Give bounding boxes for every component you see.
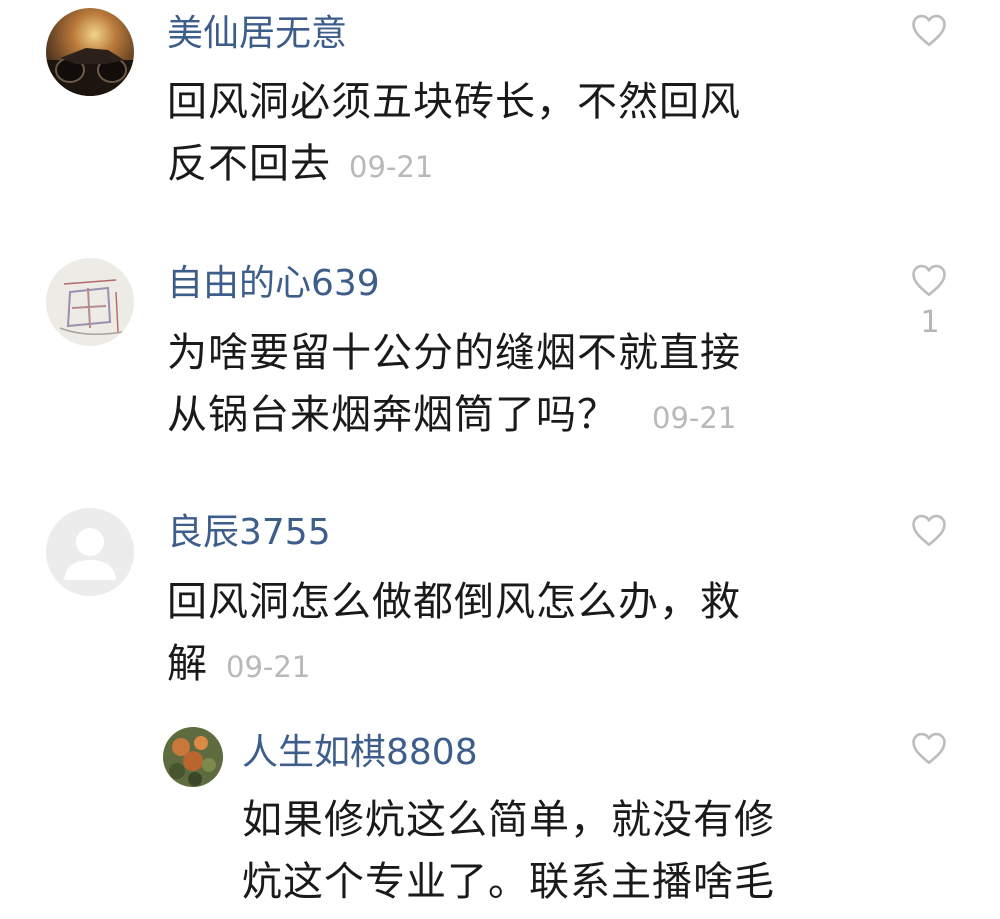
comment-username[interactable]: 良辰3755 [167, 511, 331, 555]
comment-timestamp: 09-21 [226, 650, 311, 684]
reply-text-line: 如果修炕这么简单，就没有修 [242, 797, 775, 843]
comment-text-line: 为啥要留十公分的缝烟不就直接 [167, 330, 741, 376]
person-placeholder-icon [46, 508, 134, 596]
comment-list: 美仙居无意 回风洞必须五块砖长，不然回风 反不回去 09-21 自由的心639 [0, 0, 1000, 919]
avatar[interactable] [163, 727, 223, 787]
motorcycle-sunset-avatar-image [46, 8, 134, 96]
reply-username[interactable]: 人生如棋8808 [242, 731, 478, 775]
comment-timestamp: 09-21 [652, 401, 737, 435]
flower-avatar-image [163, 727, 223, 787]
heart-outline-icon [912, 514, 946, 546]
heart-outline-icon [912, 264, 946, 296]
comment-text-line: 解 09-21 [167, 633, 741, 698]
comment-text-line: 反不回去 09-21 [167, 133, 741, 198]
comment-text-line: 回风洞怎么做都倒风怎么办，救 [167, 579, 741, 625]
comment-username[interactable]: 自由的心639 [167, 262, 380, 306]
comment-text-line: 从锅台来烟奔烟筒了吗？ 09-21 [167, 384, 741, 449]
comment-username[interactable]: 美仙居无意 [167, 12, 347, 56]
like-count: 1 [920, 305, 940, 340]
comment-text-line-content: 反不回去 [167, 141, 331, 187]
like-button[interactable]: 1 [910, 263, 950, 340]
comment-text-line-content: 从锅台来烟奔烟筒了吗？ [167, 392, 618, 438]
like-button[interactable] [910, 513, 950, 555]
heart-outline-icon [912, 14, 946, 46]
sketch-avatar-image [46, 258, 134, 346]
comment-text: 为啥要留十公分的缝烟不就直接 从锅台来烟奔烟筒了吗？ 09-21 [167, 322, 741, 449]
comment-text-line-content: 解 [167, 641, 208, 687]
reply-text: 如果修炕这么简单，就没有修 炕这个专业了。联系主播啥毛 [242, 789, 775, 913]
avatar[interactable] [46, 508, 134, 596]
avatar[interactable] [46, 258, 134, 346]
like-button[interactable] [910, 13, 950, 55]
comment-text: 回风洞必须五块砖长，不然回风 反不回去 09-21 [167, 71, 741, 198]
like-button[interactable] [910, 731, 950, 765]
heart-outline-icon [912, 732, 946, 764]
comment-text-line: 回风洞必须五块砖长，不然回风 [167, 79, 741, 125]
comment-timestamp: 09-21 [349, 150, 434, 184]
reply-text-line: 炕这个专业了。联系主播啥毛 [242, 859, 775, 905]
comment-text: 回风洞怎么做都倒风怎么办，救 解 09-21 [167, 571, 741, 698]
avatar[interactable] [46, 8, 134, 96]
